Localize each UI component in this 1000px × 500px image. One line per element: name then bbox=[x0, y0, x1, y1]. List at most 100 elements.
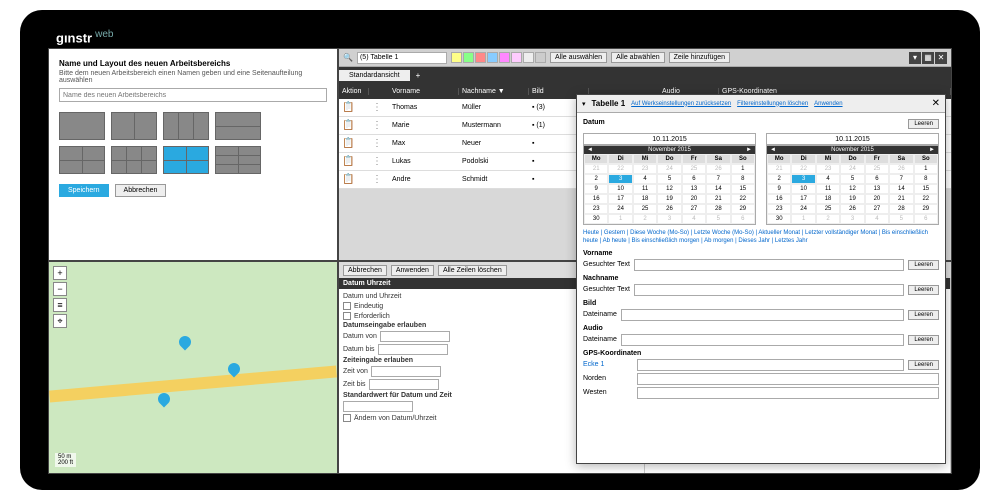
calendar-day[interactable]: 22 bbox=[731, 194, 755, 204]
calendar-day[interactable]: 23 bbox=[633, 164, 657, 174]
calendar-day[interactable]: 18 bbox=[816, 194, 840, 204]
calendar-day[interactable]: 21 bbox=[889, 194, 913, 204]
row-drag-icon[interactable]: ⋮ bbox=[369, 156, 389, 167]
calendar-day[interactable]: 5 bbox=[706, 214, 730, 224]
checkbox[interactable] bbox=[343, 312, 351, 320]
layers-button[interactable]: ≡ bbox=[53, 298, 67, 312]
editor-apply-button[interactable]: Anwenden bbox=[391, 265, 434, 276]
calendar-day[interactable]: 24 bbox=[608, 204, 632, 214]
color-swatch[interactable] bbox=[535, 52, 546, 63]
calendar-day[interactable]: 9 bbox=[767, 184, 791, 194]
calendar-day[interactable]: 21 bbox=[767, 164, 791, 174]
row-drag-icon[interactable]: ⋮ bbox=[369, 120, 389, 131]
time-from-input[interactable] bbox=[371, 366, 441, 377]
calendar-day[interactable]: 1 bbox=[914, 164, 938, 174]
calendar-day[interactable]: 25 bbox=[865, 164, 889, 174]
prev-month-icon[interactable]: ◄ bbox=[770, 147, 776, 153]
layout-option[interactable] bbox=[59, 112, 105, 140]
column-header[interactable]: Aktion bbox=[339, 88, 369, 95]
map-pin[interactable] bbox=[176, 333, 193, 350]
clear-button[interactable]: Leeren bbox=[908, 360, 939, 370]
row-action-icon[interactable]: 📋 bbox=[339, 102, 369, 113]
calendar-day[interactable]: 23 bbox=[767, 204, 791, 214]
calendar-day[interactable]: 12 bbox=[657, 184, 681, 194]
calendar-from[interactable]: ◄November 2015►MoDiMiDoFrSaSo21222324252… bbox=[583, 145, 756, 225]
calendar-day[interactable]: 25 bbox=[633, 204, 657, 214]
calendar-day[interactable]: 24 bbox=[657, 164, 681, 174]
select-all-button[interactable]: Alle auswählen bbox=[550, 52, 607, 63]
gps-input[interactable] bbox=[637, 387, 939, 399]
deselect-all-button[interactable]: Alle abwählen bbox=[611, 52, 665, 63]
clear-filters-link[interactable]: Filtereinstellungen löschen bbox=[737, 101, 808, 107]
calendar-day[interactable]: 20 bbox=[682, 194, 706, 204]
calendar-day[interactable]: 9 bbox=[584, 184, 608, 194]
calendar-day[interactable]: 30 bbox=[767, 214, 791, 224]
calendar-day[interactable]: 5 bbox=[889, 214, 913, 224]
calendar-day[interactable]: 22 bbox=[914, 194, 938, 204]
calendar-day[interactable]: 8 bbox=[914, 174, 938, 184]
row-drag-icon[interactable]: ⋮ bbox=[369, 138, 389, 149]
calendar-day[interactable]: 14 bbox=[889, 184, 913, 194]
calendar-day[interactable]: 5 bbox=[840, 174, 864, 184]
gps-input[interactable] bbox=[637, 373, 939, 385]
editor-clear-button[interactable]: Alle Zeilen löschen bbox=[438, 265, 507, 276]
calendar-day[interactable]: 4 bbox=[682, 214, 706, 224]
close-icon[interactable]: ✕ bbox=[935, 52, 947, 64]
row-drag-icon[interactable]: ⋮ bbox=[369, 102, 389, 113]
calendar-day[interactable]: 6 bbox=[682, 174, 706, 184]
row-drag-icon[interactable]: ⋮ bbox=[369, 174, 389, 185]
calendar-day[interactable]: 2 bbox=[633, 214, 657, 224]
color-swatch[interactable] bbox=[511, 52, 522, 63]
zoom-in-button[interactable]: + bbox=[53, 266, 67, 280]
filter-text-input[interactable] bbox=[621, 309, 904, 321]
row-action-icon[interactable]: 📋 bbox=[339, 156, 369, 167]
clear-button[interactable]: Leeren bbox=[908, 119, 939, 129]
calendar-day[interactable]: 18 bbox=[633, 194, 657, 204]
calendar-day[interactable]: 21 bbox=[706, 194, 730, 204]
calendar-day[interactable]: 4 bbox=[633, 174, 657, 184]
calendar-day[interactable]: 17 bbox=[608, 194, 632, 204]
filter-text-input[interactable] bbox=[634, 259, 904, 271]
calendar-day[interactable]: 6 bbox=[865, 174, 889, 184]
zoom-out-button[interactable]: − bbox=[53, 282, 67, 296]
calendar-day[interactable]: 29 bbox=[731, 204, 755, 214]
reset-link[interactable]: Auf Werkseinstellungen zurücksetzen bbox=[631, 101, 731, 107]
workspace-name-input[interactable] bbox=[59, 88, 327, 102]
gps-input[interactable] bbox=[637, 359, 904, 371]
calendar-day[interactable]: 28 bbox=[706, 204, 730, 214]
calendar-day[interactable]: 2 bbox=[584, 174, 608, 184]
calendar-day[interactable]: 22 bbox=[608, 164, 632, 174]
calendar-day[interactable]: 4 bbox=[865, 214, 889, 224]
column-header[interactable]: Vorname bbox=[389, 88, 459, 95]
calendar-day[interactable]: 15 bbox=[914, 184, 938, 194]
close-dialog-icon[interactable]: ✕ bbox=[932, 98, 940, 109]
filter-text-input[interactable] bbox=[621, 334, 904, 346]
calendar-day[interactable]: 2 bbox=[816, 214, 840, 224]
calendar-day[interactable]: 25 bbox=[816, 204, 840, 214]
layout-option[interactable] bbox=[163, 112, 209, 140]
date-to-field[interactable] bbox=[766, 133, 939, 145]
date-to-input[interactable] bbox=[378, 344, 448, 355]
time-to-input[interactable] bbox=[369, 379, 439, 390]
layout-option[interactable] bbox=[111, 112, 157, 140]
calendar-day[interactable]: 19 bbox=[840, 194, 864, 204]
calendar-day[interactable]: 16 bbox=[767, 194, 791, 204]
editor-cancel-button[interactable]: Abbrechen bbox=[343, 265, 387, 276]
calendar-day[interactable]: 20 bbox=[865, 194, 889, 204]
color-swatch[interactable] bbox=[451, 52, 462, 63]
date-from-field[interactable] bbox=[583, 133, 756, 145]
layout-option[interactable] bbox=[59, 146, 105, 174]
clear-button[interactable]: Leeren bbox=[908, 310, 939, 320]
calendar-day[interactable]: 1 bbox=[608, 214, 632, 224]
calendar-day[interactable]: 1 bbox=[731, 164, 755, 174]
row-action-icon[interactable]: 📋 bbox=[339, 138, 369, 149]
layout-option[interactable] bbox=[215, 146, 261, 174]
grid-icon[interactable]: ▦ bbox=[922, 52, 934, 64]
calendar-day[interactable]: 11 bbox=[633, 184, 657, 194]
date-from-input[interactable] bbox=[380, 331, 450, 342]
cancel-button[interactable]: Abbrechen bbox=[115, 184, 167, 197]
calendar-day[interactable]: 16 bbox=[584, 194, 608, 204]
color-swatch[interactable] bbox=[523, 52, 534, 63]
default-value-input[interactable] bbox=[343, 401, 413, 412]
clear-button[interactable]: Leeren bbox=[908, 260, 939, 270]
